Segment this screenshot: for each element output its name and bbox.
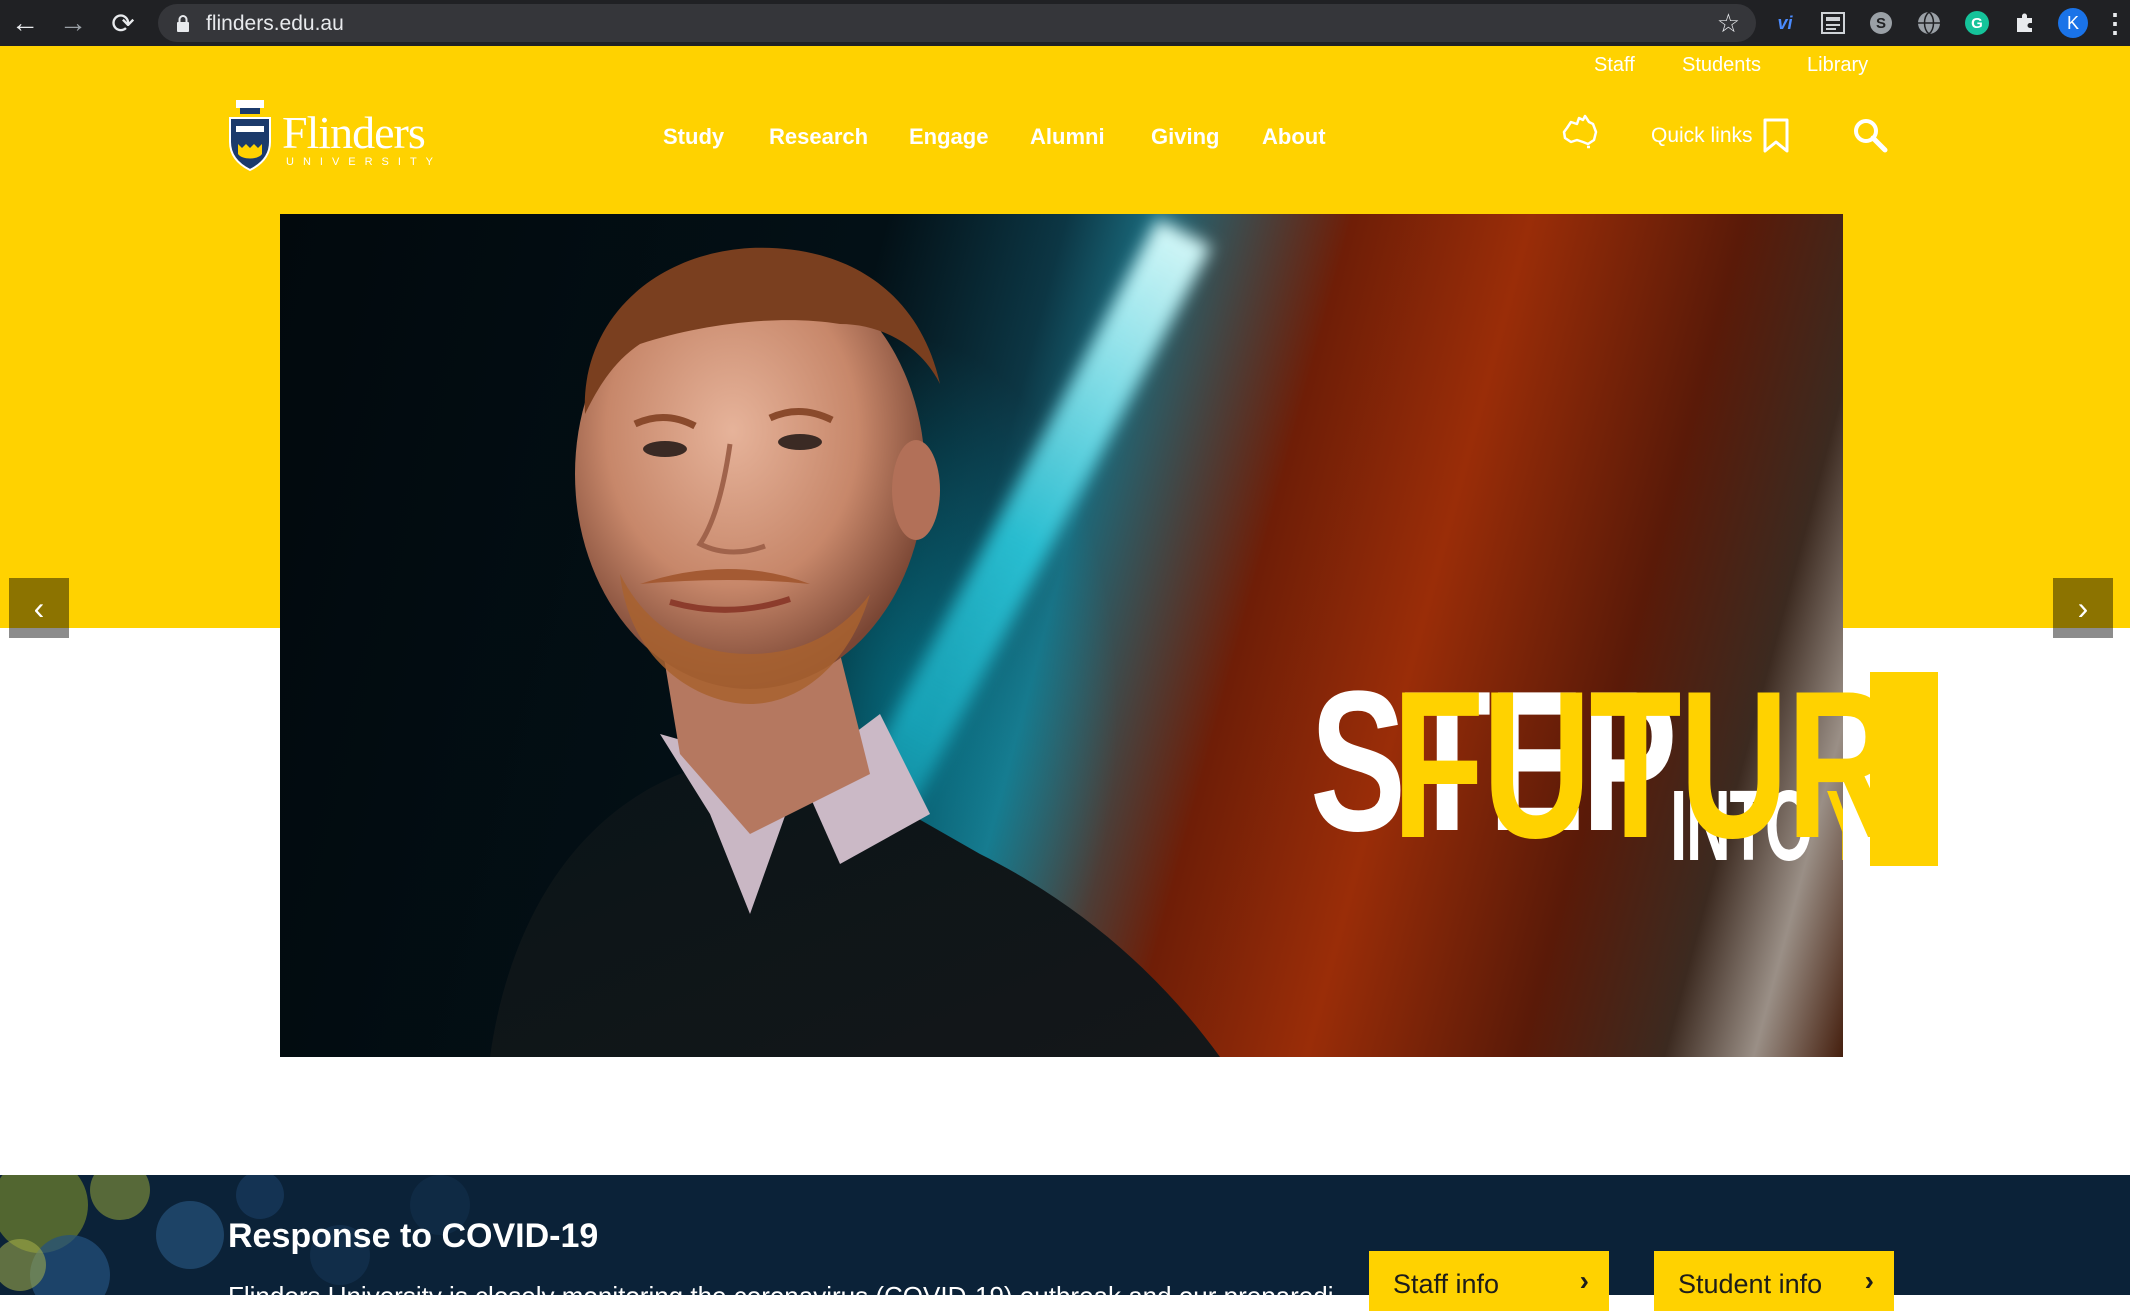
nav-about[interactable]: About [1262, 124, 1326, 150]
staff-info-label: Staff info [1393, 1269, 1500, 1299]
staff-info-button[interactable]: Staff info › [1369, 1251, 1609, 1311]
url-text[interactable]: flinders.edu.au [206, 12, 344, 36]
lock-icon [177, 15, 189, 32]
nav-study[interactable]: Study [663, 124, 724, 150]
globe-extension-icon[interactable] [1914, 8, 1944, 38]
newspaper-extension-icon[interactable] [1818, 8, 1848, 38]
hero-text-cursor-block [1870, 672, 1938, 866]
puzzle-extensions-icon[interactable] [2010, 8, 2040, 38]
address-bar[interactable]: flinders.edu.au ☆ [158, 4, 1756, 42]
chevron-right-icon: › [2077, 589, 2089, 626]
profile-avatar[interactable]: K [2058, 8, 2088, 38]
chevron-left-icon: ‹ [33, 589, 45, 626]
back-arrow-icon[interactable]: ← [8, 6, 42, 40]
logo-subtitle: UNIVERSITY [286, 156, 443, 168]
utility-nav: Staff Students Library [0, 52, 2130, 82]
nav-engage[interactable]: Engage [909, 124, 988, 150]
covid-body-text: Flinders University is closely monitorin… [228, 1281, 1333, 1295]
browser-menu-icon[interactable]: ⋮ [2100, 8, 2130, 38]
nav-giving[interactable]: Giving [1151, 124, 1219, 150]
reload-icon[interactable]: ⟳ [106, 6, 140, 40]
crest-shield-icon [229, 100, 271, 172]
logo-wordmark: Flinders [282, 107, 426, 158]
utility-link-staff[interactable]: Staff [1594, 54, 1635, 77]
bookmark-star-icon[interactable]: ☆ [1717, 8, 1740, 39]
hero-student-portrait [490, 247, 1220, 1057]
student-info-button[interactable]: Student info › [1654, 1251, 1894, 1311]
chevron-right-icon: › [1579, 1265, 1589, 1296]
s-extension-icon[interactable]: S [1866, 8, 1896, 38]
grammarly-extension-icon[interactable]: G [1962, 8, 1992, 38]
nav-research[interactable]: Research [769, 124, 868, 150]
utility-link-students[interactable]: Students [1682, 54, 1761, 77]
profile-initial: K [2066, 12, 2079, 33]
hero-headline-future: FUTUR [1392, 647, 1896, 882]
browser-toolbar: ← → ⟳ flinders.edu.au ☆ vi S G K ⋮ [0, 0, 2130, 46]
bookmark-icon[interactable] [1762, 118, 1790, 154]
hero-banner[interactable]: STEP INTO YOUR [280, 214, 1843, 1057]
svg-text:S: S [1876, 15, 1886, 32]
svg-text:G: G [1971, 15, 1983, 32]
quick-links-label[interactable]: Quick links [1651, 124, 1753, 148]
covid-title: Response to COVID-19 [228, 1217, 599, 1255]
nav-alumni[interactable]: Alumni [1030, 124, 1105, 150]
flinders-logo[interactable]: Flinders UNIVERSITY [228, 98, 433, 174]
search-icon[interactable] [1852, 117, 1888, 153]
chevron-right-icon: › [1864, 1265, 1874, 1296]
carousel-next-button[interactable]: › [2053, 578, 2113, 638]
carousel-prev-button[interactable]: ‹ [9, 578, 69, 638]
student-info-label: Student info [1678, 1269, 1823, 1299]
forward-arrow-icon[interactable]: → [56, 6, 90, 40]
australia-map-icon[interactable] [1561, 114, 1599, 150]
vi-extension-icon[interactable]: vi [1770, 8, 1800, 38]
utility-link-library[interactable]: Library [1807, 54, 1868, 77]
